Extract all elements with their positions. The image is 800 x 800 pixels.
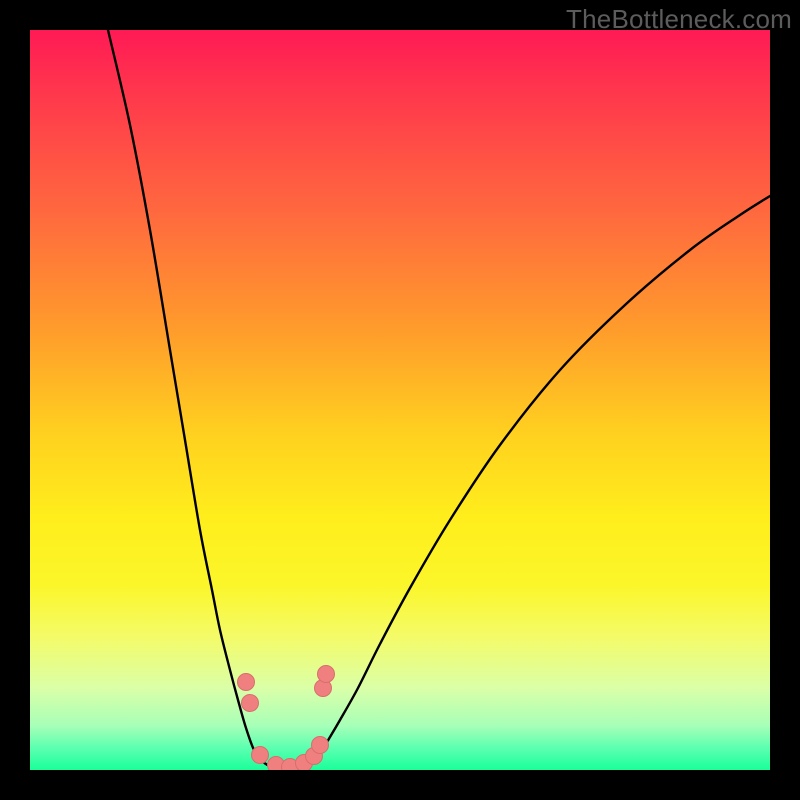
gradient-background bbox=[30, 30, 770, 770]
watermark-label: TheBottleneck.com bbox=[566, 4, 792, 35]
chart-frame: TheBottleneck.com bbox=[0, 0, 800, 800]
plot-area bbox=[30, 30, 770, 770]
